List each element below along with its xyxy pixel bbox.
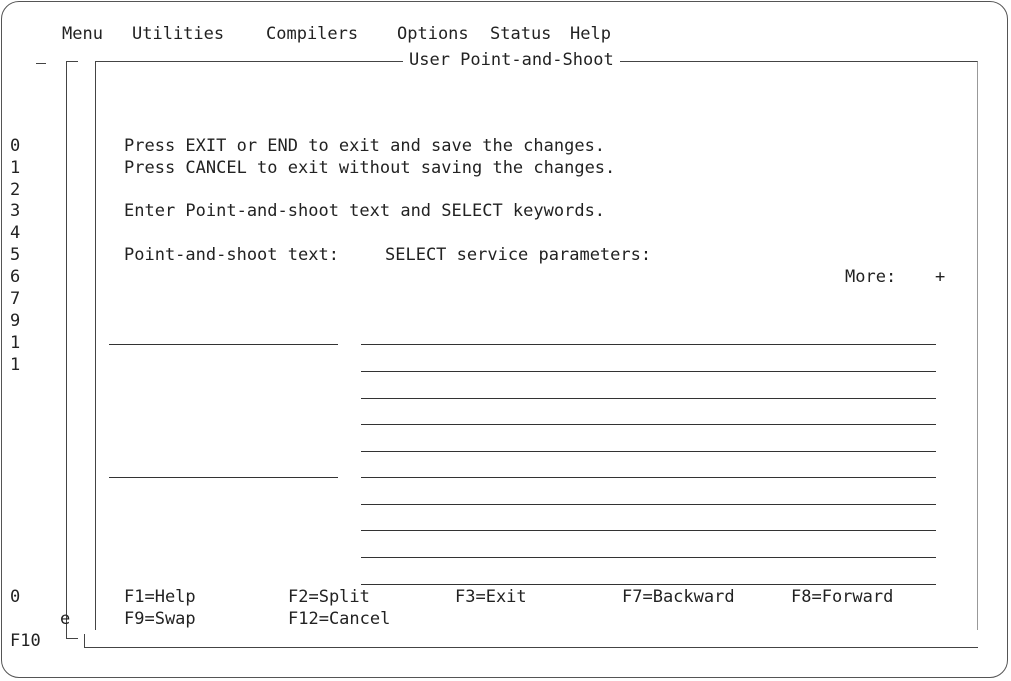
select-param-field[interactable] <box>361 349 936 372</box>
select-param-field[interactable] <box>361 535 936 558</box>
menu-item-utilities[interactable]: Utilities <box>132 24 224 44</box>
background-line-number: 9 <box>10 311 21 331</box>
pas-text-field-1[interactable] <box>109 322 338 345</box>
background-line-number: 1 <box>10 333 21 353</box>
background-text-f10: F10 <box>10 631 41 651</box>
instruction-enter: Enter Point-and-shoot text and SELECT ke… <box>124 201 606 221</box>
fkey-f7-backward[interactable]: F7=Backward <box>622 587 735 607</box>
background-line-number: 0 <box>10 136 21 156</box>
fkey-f1-help[interactable]: F1=Help <box>124 587 196 607</box>
dialog-title: User Point-and-Shoot <box>403 50 620 70</box>
background-line-number: 2 <box>10 180 21 200</box>
background-window-bottom-border <box>85 647 978 648</box>
background-line-number: 6 <box>10 267 21 287</box>
select-param-field[interactable] <box>361 562 936 585</box>
menu-item-compilers[interactable]: Compilers <box>266 24 358 44</box>
column-label-pas-text: Point-and-shoot text: <box>124 245 339 265</box>
select-param-field[interactable] <box>361 376 936 399</box>
more-indicator: + <box>935 267 946 287</box>
fkey-f9-swap-label: F9=Swap <box>124 609 196 629</box>
menu-item-help[interactable]: Help <box>570 24 611 44</box>
select-param-field[interactable] <box>361 482 936 505</box>
menu-item-options[interactable]: Options <box>397 24 469 44</box>
select-param-field[interactable] <box>361 322 936 345</box>
select-param-field[interactable] <box>361 455 936 478</box>
fkey-f8-forward[interactable]: F8=Forward <box>791 587 893 607</box>
instruction-cancel: Press CANCEL to exit without saving the … <box>124 158 616 178</box>
background-line-number: 5 <box>10 245 21 265</box>
background-line-number: 1 <box>10 158 21 178</box>
background-window-frame <box>66 61 78 639</box>
background-text-e: e <box>60 609 71 629</box>
background-line-number: 4 <box>10 223 21 243</box>
pas-text-field-2[interactable] <box>109 455 338 478</box>
instruction-exit: Press EXIT or END to exit and save the c… <box>124 136 606 156</box>
select-param-field[interactable] <box>361 402 936 425</box>
fkey-f9-swap[interactable]: F9=Swap <box>81 609 196 629</box>
background-line-number: 7 <box>10 289 21 309</box>
column-label-select-params: SELECT service parameters: <box>385 245 652 265</box>
select-param-field[interactable] <box>361 429 936 452</box>
background-line-number: 3 <box>10 201 21 221</box>
background-window-corner <box>84 634 85 648</box>
menu-item-status[interactable]: Status <box>490 24 551 44</box>
menu-item-menu[interactable]: Menu <box>62 24 103 44</box>
more-label: More: <box>845 267 897 287</box>
fkey-f12-cancel[interactable]: F12=Cancel <box>288 609 390 629</box>
background-line-number: 1 <box>10 355 21 375</box>
menu-separator-dash <box>36 63 46 64</box>
select-param-field[interactable] <box>361 508 936 531</box>
fkey-f2-split[interactable]: F2=Split <box>288 587 370 607</box>
background-line-number: 0 <box>10 587 21 607</box>
fkey-f3-exit[interactable]: F3=Exit <box>455 587 527 607</box>
